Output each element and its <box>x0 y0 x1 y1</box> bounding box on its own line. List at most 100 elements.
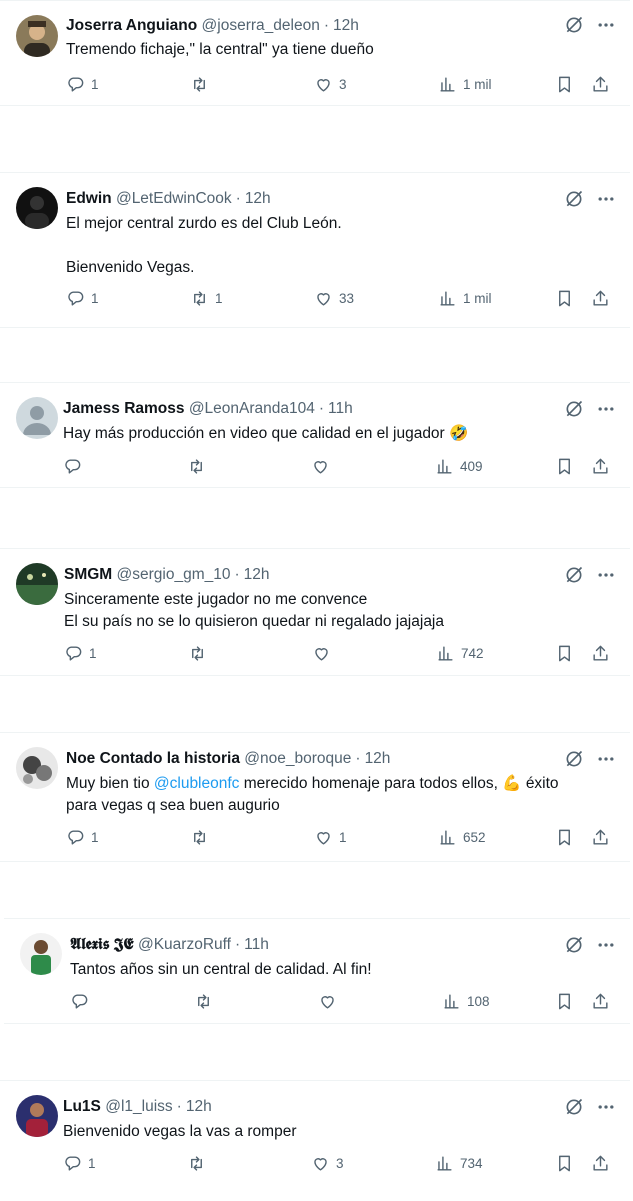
views-button[interactable]: 108 <box>442 990 490 1012</box>
mention-link[interactable]: @clubleonfc <box>154 775 240 792</box>
timestamp[interactable]: 12h <box>333 17 359 34</box>
like-button[interactable] <box>318 990 343 1012</box>
not-interested-icon[interactable] <box>564 749 584 769</box>
timestamp[interactable]: 11h <box>328 400 353 417</box>
reply-button[interactable] <box>70 990 95 1012</box>
author-name[interactable]: Jamess Ramoss <box>63 400 185 417</box>
views-button[interactable]: 652 <box>438 826 486 848</box>
retweet-button[interactable] <box>190 73 215 95</box>
views-button[interactable]: 409 <box>435 455 483 477</box>
bookmark-icon <box>559 829 570 845</box>
like-button[interactable]: 3 <box>311 1152 344 1174</box>
reply-button[interactable]: 1 <box>63 1152 96 1174</box>
more-icon[interactable] <box>596 189 616 209</box>
view-count: 652 <box>463 829 486 845</box>
reply-button[interactable]: 1 <box>66 287 99 309</box>
not-interested-icon[interactable] <box>564 189 584 209</box>
more-icon[interactable] <box>596 749 616 769</box>
share-button[interactable] <box>591 287 610 309</box>
bookmark-button[interactable] <box>555 287 574 309</box>
author-name[interactable]: Noe Contado la historia <box>66 750 240 767</box>
avatar[interactable] <box>16 15 58 57</box>
timestamp[interactable]: 12h <box>186 1098 212 1115</box>
avatar[interactable] <box>16 747 58 789</box>
author-handle[interactable]: @sergio_gm_10 <box>117 566 231 583</box>
bookmark-button[interactable] <box>555 826 574 848</box>
avatar[interactable] <box>16 397 58 439</box>
bookmark-button[interactable] <box>555 642 574 664</box>
retweet-button[interactable] <box>194 990 219 1012</box>
retweet-button[interactable]: 1 <box>190 287 223 309</box>
reply-button[interactable] <box>63 455 88 477</box>
timestamp[interactable]: 12h <box>365 750 391 767</box>
retweet-button[interactable] <box>188 642 213 664</box>
reply-button[interactable]: 1 <box>66 73 99 95</box>
more-icon[interactable] <box>596 1097 616 1117</box>
author-name[interactable]: Joserra Anguiano <box>66 17 197 34</box>
views-button[interactable]: 734 <box>435 1152 483 1174</box>
like-button[interactable] <box>312 642 337 664</box>
author-name[interactable]: 𝕬𝖑𝖊𝖝𝖎𝖘 𝕵𝕰 <box>70 936 134 953</box>
like-button[interactable]: 1 <box>314 826 347 848</box>
share-button[interactable] <box>591 455 610 477</box>
tweet[interactable]: 𝕬𝖑𝖊𝖝𝖎𝖘 𝕵𝕰 @KuarzoRuff · 11h Tantos años si… <box>4 918 630 1024</box>
retweet-button[interactable] <box>187 1152 212 1174</box>
views-button[interactable]: 742 <box>436 642 484 664</box>
author-name[interactable]: Edwin <box>66 190 112 207</box>
tweet[interactable]: Noe Contado la historia @noe_boroque · 12h… <box>0 732 630 862</box>
reply-button[interactable]: 1 <box>64 642 97 664</box>
avatar[interactable] <box>16 187 58 229</box>
not-interested-icon[interactable] <box>564 399 584 419</box>
reply-button[interactable]: 1 <box>66 826 99 848</box>
bookmark-button[interactable] <box>555 1152 574 1174</box>
like-button[interactable] <box>311 455 336 477</box>
like-button[interactable]: 3 <box>314 73 347 95</box>
reply-icon <box>65 1155 81 1171</box>
author-handle[interactable]: @LetEdwinCook <box>116 190 232 207</box>
timestamp[interactable]: 12h <box>244 566 270 583</box>
tweet[interactable]: Edwin @LetEdwinCook · 12h El mejor central… <box>0 172 630 328</box>
retweet-button[interactable] <box>190 826 215 848</box>
author-name[interactable]: Lu1S <box>63 1098 101 1115</box>
tweet[interactable]: SMGM @sergio_gm_10 · 12h Sinceramente este… <box>0 548 630 676</box>
not-interested-icon[interactable] <box>564 935 584 955</box>
tweet-header: SMGM @sergio_gm_10 · 12h <box>64 566 270 583</box>
author-handle[interactable]: @KuarzoRuff <box>138 936 231 953</box>
author-name[interactable]: SMGM <box>64 566 112 583</box>
share-button[interactable] <box>591 826 610 848</box>
timestamp[interactable]: 11h <box>244 936 269 953</box>
share-button[interactable] <box>591 73 610 95</box>
bookmark-button[interactable] <box>555 73 574 95</box>
bookmark-button[interactable] <box>555 455 574 477</box>
avatar[interactable] <box>16 1095 58 1137</box>
retweet-button[interactable] <box>187 455 212 477</box>
tweet-text: El mejor central zurdo es del Club León.… <box>66 215 342 276</box>
share-button[interactable] <box>591 1152 610 1174</box>
not-interested-icon[interactable] <box>564 565 584 585</box>
more-icon[interactable] <box>596 15 616 35</box>
views-button[interactable]: 1 mil <box>438 287 492 309</box>
not-interested-icon[interactable] <box>564 15 584 35</box>
bookmark-button[interactable] <box>555 990 574 1012</box>
author-handle[interactable]: @l1_luiss <box>105 1098 172 1115</box>
views-button[interactable]: 1 mil <box>438 73 492 95</box>
more-icon[interactable] <box>596 935 616 955</box>
tweet[interactable]: Joserra Anguiano @joserra_deleon · 12h Tre… <box>0 0 630 106</box>
more-icon[interactable] <box>596 565 616 585</box>
avatar[interactable] <box>20 933 62 975</box>
author-handle[interactable]: @noe_boroque <box>244 750 351 767</box>
author-handle[interactable]: @LeonAranda104 <box>189 400 315 417</box>
tweet-header: Jamess Ramoss @LeonAranda104 · 11h <box>63 400 353 417</box>
share-icon <box>593 993 608 1009</box>
bookmark-icon <box>559 645 570 661</box>
like-button[interactable]: 33 <box>314 287 354 309</box>
author-handle[interactable]: @joserra_deleon <box>202 17 320 34</box>
share-button[interactable] <box>591 642 610 664</box>
timestamp[interactable]: 12h <box>245 190 271 207</box>
share-button[interactable] <box>591 990 610 1012</box>
tweet[interactable]: Jamess Ramoss @LeonAranda104 · 11h Hay más… <box>0 382 630 488</box>
more-icon[interactable] <box>596 399 616 419</box>
avatar[interactable] <box>16 563 58 605</box>
tweet[interactable]: Lu1S @l1_luiss · 12h Bienvenido vegas la v… <box>0 1080 630 1201</box>
not-interested-icon[interactable] <box>564 1097 584 1117</box>
